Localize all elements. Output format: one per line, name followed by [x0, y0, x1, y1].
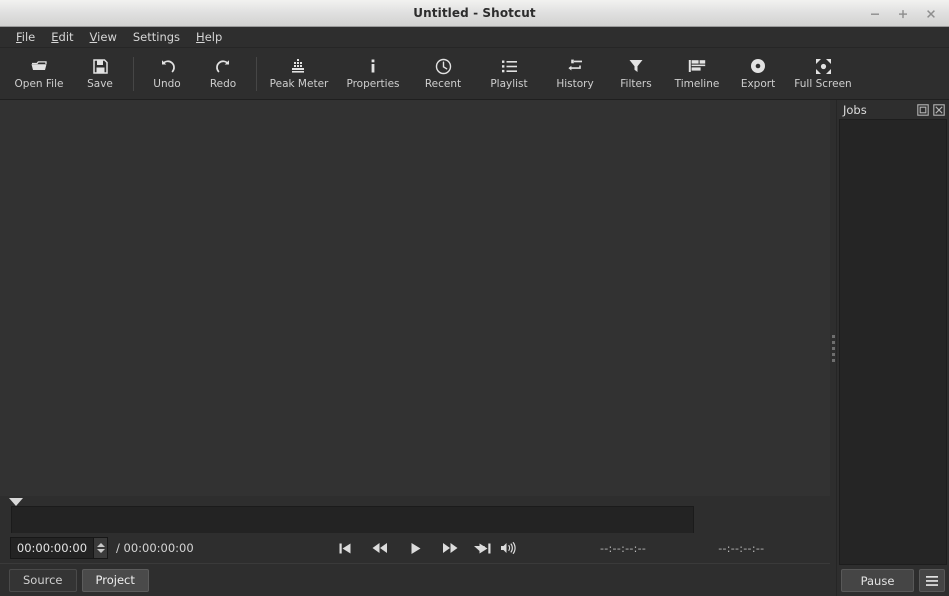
- list-icon: [501, 57, 518, 75]
- record-disc-icon: [750, 57, 766, 75]
- tab-project[interactable]: Project: [81, 568, 149, 592]
- title-bar: Untitled - Shotcut: [0, 0, 949, 27]
- toolbar-properties[interactable]: Properties: [336, 50, 410, 98]
- toolbar-playlist-label: Playlist: [490, 78, 528, 90]
- toolbar-redo[interactable]: Redo: [195, 50, 251, 98]
- jobs-pause-button[interactable]: Pause: [841, 569, 914, 592]
- toolbar-save-label: Save: [87, 78, 113, 90]
- hamburger-menu-icon[interactable]: [919, 569, 945, 592]
- toolbar-properties-label: Properties: [346, 78, 400, 90]
- fullscreen-expand-icon: [815, 57, 832, 75]
- menu-settings[interactable]: Settings: [125, 28, 188, 46]
- menu-bar: File Edit View Settings Help: [0, 27, 949, 48]
- in-out-timecodes: --:--:--:-- --:--:--:--: [600, 533, 764, 563]
- save-disk-icon: [92, 57, 109, 75]
- window-title: Untitled - Shotcut: [413, 6, 536, 20]
- toolbar-full-screen[interactable]: Full Screen: [786, 50, 860, 98]
- undo-arrow-icon: [159, 57, 176, 75]
- tab-source[interactable]: Source: [9, 568, 77, 592]
- toolbar-separator-2: [256, 56, 257, 91]
- player-panel: 00:00:00:00 / 00:00:00:00 --:--:--:-- --…: [0, 100, 830, 596]
- float-panel-icon[interactable]: [916, 103, 929, 116]
- toolbar-peak-meter-label: Peak Meter: [269, 78, 329, 90]
- chevron-down-icon[interactable]: [470, 539, 488, 557]
- minimize-button[interactable]: [868, 7, 882, 21]
- jobs-panel-footer: Pause: [837, 565, 949, 596]
- jobs-panel-header: Jobs: [837, 100, 949, 119]
- toolbar-filters[interactable]: Filters: [608, 50, 664, 98]
- transport-controls: 00:00:00:00 / 00:00:00:00 --:--:--:-- --…: [0, 533, 830, 563]
- playhead-marker-icon[interactable]: [9, 498, 23, 506]
- toolbar-export[interactable]: Export: [730, 50, 786, 98]
- funnel-icon: [628, 57, 644, 75]
- toolbar-timeline-label: Timeline: [674, 78, 720, 90]
- jobs-list[interactable]: [839, 119, 947, 565]
- stepper-up-icon[interactable]: [96, 543, 105, 547]
- peak-meter-icon: [291, 57, 307, 75]
- player-options: [470, 533, 517, 563]
- main-body: 00:00:00:00 / 00:00:00:00 --:--:--:-- --…: [0, 100, 949, 596]
- total-duration-label: / 00:00:00:00: [116, 541, 194, 555]
- redo-arrow-icon: [215, 57, 232, 75]
- toolbar-undo[interactable]: Undo: [139, 50, 195, 98]
- toolbar-peak-meter[interactable]: Peak Meter: [262, 50, 336, 98]
- play-button[interactable]: [406, 539, 424, 557]
- menu-edit[interactable]: Edit: [43, 28, 81, 46]
- jobs-panel: Jobs Pause: [836, 100, 949, 596]
- menu-view[interactable]: View: [82, 28, 125, 46]
- toolbar-undo-label: Undo: [153, 78, 181, 90]
- toolbar-timeline[interactable]: Timeline: [664, 50, 730, 98]
- toolbar-full-screen-label: Full Screen: [794, 78, 852, 90]
- seek-bar[interactable]: [11, 506, 694, 534]
- rewind-button[interactable]: [371, 539, 389, 557]
- toolbar-redo-label: Redo: [209, 78, 237, 90]
- jobs-panel-header-buttons: [916, 103, 945, 116]
- player-tabs: Source Project: [0, 563, 830, 596]
- history-icon: [567, 57, 584, 75]
- toolbar-save[interactable]: Save: [72, 50, 128, 98]
- scrub-bar-area: [0, 496, 830, 534]
- current-timecode-spinner[interactable]: 00:00:00:00: [10, 537, 108, 559]
- skip-previous-button[interactable]: [336, 539, 354, 557]
- volume-speaker-icon[interactable]: [499, 539, 517, 557]
- timeline-tracks-icon: [688, 57, 706, 75]
- maximize-button[interactable]: [896, 7, 910, 21]
- toolbar-open-file-label: Open File: [14, 78, 64, 90]
- menu-help[interactable]: Help: [188, 28, 230, 46]
- window-controls: [868, 0, 943, 27]
- stepper-down-icon[interactable]: [96, 549, 105, 553]
- video-preview-area[interactable]: [0, 100, 830, 496]
- main-toolbar: Open File Save Undo Redo Peak Meter Prop…: [0, 48, 949, 100]
- toolbar-history[interactable]: History: [542, 50, 608, 98]
- toolbar-recent[interactable]: Recent: [410, 50, 476, 98]
- info-icon: [365, 57, 381, 75]
- current-timecode-value: 00:00:00:00: [16, 541, 88, 555]
- menu-file[interactable]: File: [8, 28, 43, 46]
- toolbar-open-file[interactable]: Open File: [6, 50, 72, 98]
- toolbar-export-label: Export: [740, 78, 776, 90]
- clock-icon: [435, 57, 452, 75]
- toolbar-history-label: History: [556, 78, 594, 90]
- fast-forward-button[interactable]: [441, 539, 459, 557]
- close-panel-icon[interactable]: [932, 103, 945, 116]
- out-point-timecode: --:--:--:--: [718, 541, 765, 555]
- in-point-timecode: --:--:--:--: [600, 541, 647, 555]
- toolbar-playlist[interactable]: Playlist: [476, 50, 542, 98]
- jobs-panel-title: Jobs: [843, 102, 867, 117]
- folder-open-icon: [30, 57, 48, 75]
- toolbar-separator-1: [133, 56, 134, 91]
- toolbar-recent-label: Recent: [424, 78, 462, 90]
- toolbar-filters-label: Filters: [620, 78, 652, 90]
- close-button[interactable]: [924, 7, 938, 21]
- timecode-stepper[interactable]: [93, 538, 107, 558]
- splitter-grip-icon: [831, 334, 835, 362]
